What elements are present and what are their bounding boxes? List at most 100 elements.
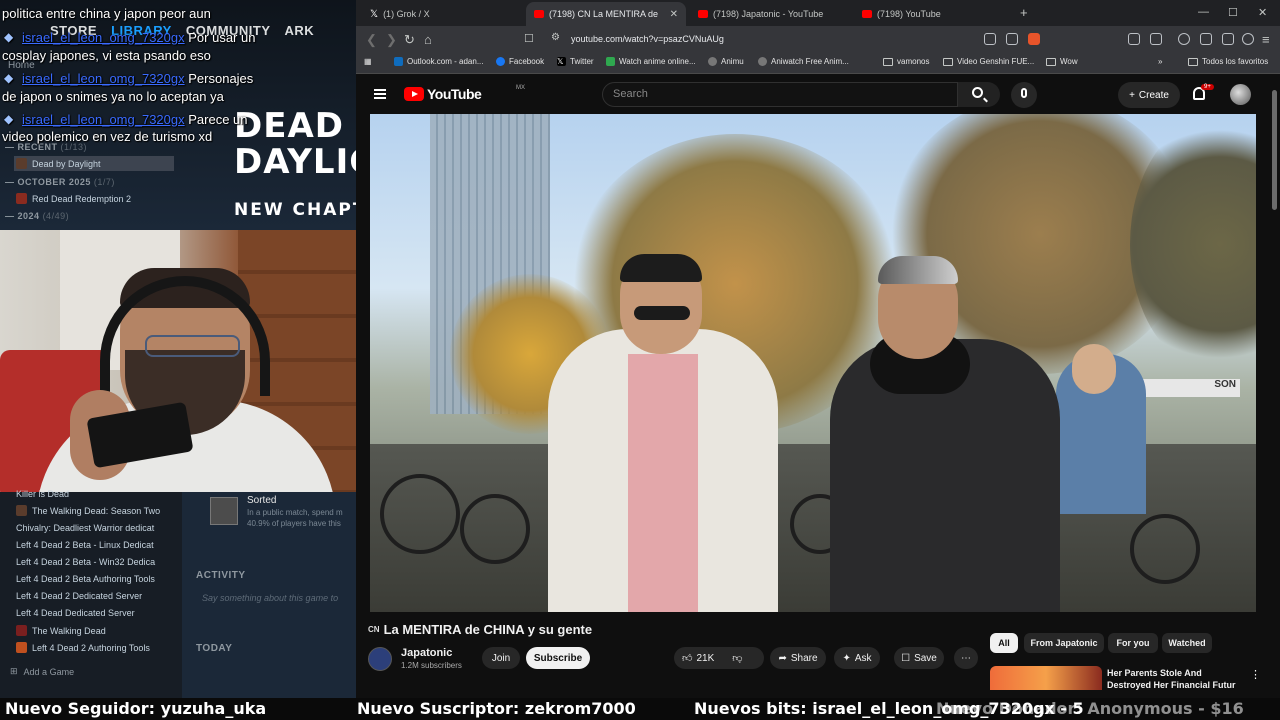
search-button[interactable] bbox=[958, 82, 1000, 107]
home-icon[interactable]: ⌂ bbox=[424, 32, 432, 47]
more-vert-icon[interactable]: ⋮ bbox=[1250, 668, 1261, 681]
bookmark-watch-anime[interactable]: Watch anime online... bbox=[606, 57, 696, 66]
sidebar-game[interactable]: Left 4 Dead 2 Beta Authoring Tools bbox=[14, 571, 174, 586]
site-settings-icon[interactable]: ⚙ bbox=[551, 32, 560, 43]
sidebar-icon[interactable] bbox=[1150, 33, 1162, 45]
sidebar-game[interactable]: Left 4 Dead 2 Beta - Linux Dedicat bbox=[14, 537, 174, 552]
sidebar-game[interactable]: Left 4 Dead 2 Dedicated Server bbox=[14, 588, 174, 603]
add-game-button[interactable]: ⊞ Add a Game bbox=[10, 666, 74, 677]
bookmark-label: Wow bbox=[1060, 57, 1078, 66]
sidebar-game-recent[interactable]: Dead by Daylight bbox=[14, 156, 174, 171]
bookmark-folder[interactable]: Wow bbox=[1046, 57, 1078, 66]
back-icon[interactable]: ❮ bbox=[366, 32, 377, 48]
channel-avatar[interactable] bbox=[368, 647, 392, 671]
cast-icon[interactable] bbox=[984, 33, 996, 45]
chat-text: video polemico en vez de turismo xd bbox=[2, 129, 213, 144]
avatar[interactable] bbox=[1230, 84, 1251, 105]
chip-from-channel[interactable]: From Japatonic bbox=[1024, 633, 1104, 653]
sidebar-game[interactable]: Killer is Dead bbox=[14, 486, 174, 501]
youtube-wordmark: YouTube bbox=[427, 86, 482, 102]
channel-name[interactable]: Japatonic bbox=[401, 647, 452, 659]
hamburger-menu-icon[interactable] bbox=[374, 89, 386, 99]
reload-icon[interactable]: ↻ bbox=[404, 32, 415, 48]
section-2024-label: 2024 bbox=[17, 211, 40, 221]
bookmark-folder[interactable]: Video Genshin FUE... bbox=[943, 57, 1034, 66]
bookmark-label: Outlook.com - adan... bbox=[407, 57, 484, 66]
video-player[interactable]: SON bbox=[370, 114, 1256, 612]
brave-shield-icon[interactable] bbox=[1028, 33, 1040, 45]
achievement-card: Sorted In a public match, spend m 40.9% o… bbox=[196, 494, 356, 534]
thumbs-down-icon[interactable]: 👎︎ bbox=[732, 652, 742, 664]
tab-grok[interactable]: 𝕏 (1) Grok / X bbox=[362, 2, 438, 26]
minimize-icon[interactable]: — bbox=[1198, 6, 1209, 18]
more-actions-icon[interactable]: ⋯ bbox=[954, 647, 978, 669]
chip-all[interactable]: All bbox=[990, 633, 1018, 653]
game-title: Left 4 Dead 2 Beta - Linux Dedicat bbox=[16, 539, 154, 550]
bookmark-twitter[interactable]: 𝕏 Twitter bbox=[557, 57, 594, 66]
sidebar-game[interactable]: Left 4 Dead 2 Authoring Tools bbox=[14, 640, 174, 655]
sidebar-game[interactable]: Chivalry: Deadliest Warrior dedicat bbox=[14, 520, 174, 535]
browser-window: 𝕏 (1) Grok / X (7198) CN La MENTIRA de CH… bbox=[356, 0, 1280, 690]
bookmark-folder[interactable]: vamonos bbox=[883, 57, 929, 66]
achievement-desc: In a public match, spend m 40.9% of playe… bbox=[247, 507, 343, 529]
menu-icon[interactable]: ≡ bbox=[1262, 32, 1270, 47]
reading-list-icon[interactable] bbox=[1200, 33, 1212, 45]
steam-header-area: STORE LIBRARY COMMUNITY ARK Home DEAD DA… bbox=[0, 0, 356, 230]
chat-username: israel_el_leon_omg_7320gx bbox=[22, 30, 185, 45]
forward-icon[interactable]: ❯ bbox=[386, 32, 397, 48]
tab-current-video[interactable]: (7198) CN La MENTIRA de CHINA ✕ bbox=[526, 2, 686, 26]
apps-icon[interactable]: ▦ bbox=[364, 57, 372, 66]
ask-button[interactable]: ✦ Ask bbox=[834, 647, 880, 669]
youtube-logo[interactable]: YouTube MX bbox=[404, 85, 525, 102]
all-bookmarks[interactable]: Todos los favoritos bbox=[1188, 57, 1268, 66]
close-window-icon[interactable]: ✕ bbox=[1258, 6, 1267, 19]
plus-icon: + bbox=[1129, 89, 1135, 101]
youtube-play-icon bbox=[404, 87, 424, 101]
share-page-icon[interactable] bbox=[1006, 33, 1018, 45]
game-title: Killer is Dead bbox=[16, 488, 70, 499]
like-count[interactable]: 21K bbox=[696, 653, 714, 664]
section-2024[interactable]: — 2024 (4/49) bbox=[5, 211, 69, 221]
new-tab-button[interactable]: + bbox=[1020, 5, 1028, 20]
chip-for-you[interactable]: For you bbox=[1108, 633, 1158, 653]
steam-nav-profile[interactable]: ARK bbox=[285, 23, 315, 38]
vpn-icon[interactable] bbox=[1242, 33, 1254, 45]
leo-ai-icon[interactable] bbox=[1222, 33, 1234, 45]
sidebar-game-october[interactable]: Red Dead Redemption 2 bbox=[14, 191, 174, 206]
bookmark-facebook[interactable]: Facebook bbox=[496, 57, 544, 66]
anime-site-icon bbox=[606, 57, 615, 66]
recommended-title[interactable]: Her Parents Stole And Destroyed Her Fina… bbox=[1107, 667, 1247, 691]
chip-watched[interactable]: Watched bbox=[1162, 633, 1212, 653]
bookmark-aniwatch[interactable]: Aniwatch Free Anim... bbox=[758, 57, 849, 66]
maximize-icon[interactable]: ☐ bbox=[1228, 6, 1238, 19]
share-button[interactable]: ➦ Share bbox=[770, 647, 826, 669]
activity-input[interactable]: Say something about this game to bbox=[202, 593, 338, 603]
sidebar-game[interactable]: The Walking Dead: Season Two bbox=[14, 503, 174, 518]
join-button[interactable]: Join bbox=[482, 647, 520, 669]
recommended-thumbnail[interactable] bbox=[990, 666, 1102, 690]
sidebar-game[interactable]: Left 4 Dead Dedicated Server bbox=[14, 605, 174, 620]
tab-japatonic[interactable]: (7198) Japatonic - YouTube bbox=[690, 2, 831, 26]
thumbs-up-icon[interactable]: 👍︎ bbox=[682, 652, 692, 664]
extensions-icon[interactable] bbox=[1128, 33, 1140, 45]
bookmark-outlook[interactable]: Outlook.com - adan... bbox=[394, 57, 483, 66]
bookmark-animu[interactable]: Animu bbox=[708, 57, 744, 66]
url-text[interactable]: youtube.com/watch?v=psazCVNuAUg bbox=[571, 34, 724, 44]
sidebar-game[interactable]: Left 4 Dead 2 Beta - Win32 Dedica bbox=[14, 554, 174, 569]
section-october[interactable]: — OCTOBER 2025 (1/7) bbox=[5, 177, 115, 187]
voice-search-button[interactable] bbox=[1011, 82, 1037, 108]
save-button[interactable]: ☐ Save bbox=[894, 647, 944, 669]
bookmark-icon[interactable]: ☐ bbox=[524, 32, 534, 45]
subscribe-button[interactable]: Subscribe bbox=[526, 647, 590, 669]
tab-youtube[interactable]: (7198) YouTube bbox=[854, 2, 949, 26]
create-button[interactable]: + Create bbox=[1118, 82, 1180, 108]
game-thumbnail bbox=[16, 505, 27, 516]
sidebar-game[interactable]: The Walking Dead bbox=[14, 623, 174, 638]
media-icon[interactable] bbox=[1178, 33, 1190, 45]
subscriber-count: 1.2M subscribers bbox=[401, 661, 462, 670]
more-bookmarks-icon[interactable]: » bbox=[1158, 57, 1162, 66]
page-scrollbar[interactable] bbox=[1272, 90, 1277, 210]
close-tab-icon[interactable]: ✕ bbox=[670, 9, 678, 20]
search-input[interactable] bbox=[603, 83, 957, 105]
bookmark-label: Watch anime online... bbox=[619, 57, 696, 66]
